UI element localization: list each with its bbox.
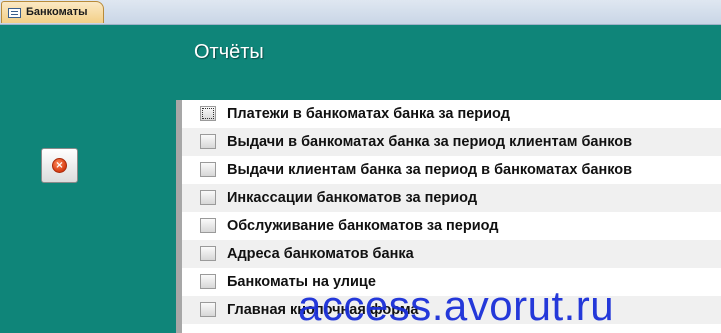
menu-item-label[interactable]: Адреса банкоматов банка	[227, 246, 414, 262]
menu-item-button[interactable]	[200, 162, 216, 177]
menu-item-label[interactable]: Платежи в банкоматах банка за период	[227, 106, 510, 122]
menu-item-label[interactable]: Выдачи клиентам банка за период в банком…	[227, 162, 632, 178]
close-icon: ×	[52, 158, 67, 173]
left-panel: ×	[0, 100, 176, 333]
menu-item-label[interactable]: Обслуживание банкоматов за период	[227, 218, 499, 234]
document-tab-label: Банкоматы	[26, 6, 88, 18]
menu-item-label[interactable]: Выдачи в банкоматах банка за период клие…	[227, 134, 632, 150]
watermark: access.avorut.ru	[298, 282, 615, 329]
menu-item-button[interactable]	[200, 106, 216, 121]
menu-item-button[interactable]	[200, 274, 216, 289]
page-title: Отчёты	[194, 41, 264, 63]
form-header: Отчёты	[0, 25, 721, 100]
form-icon	[8, 8, 21, 18]
close-button[interactable]: ×	[41, 148, 78, 183]
menu-item-label[interactable]: Инкассации банкоматов за период	[227, 190, 477, 206]
menu-item-withdrawals-clients: Выдачи клиентам банка за период в банком…	[182, 156, 721, 184]
menu-item-button[interactable]	[200, 218, 216, 233]
menu-item-addresses: Адреса банкоматов банка	[182, 240, 721, 268]
menu-item-withdrawals-other-banks: Выдачи в банкоматах банка за период клие…	[182, 128, 721, 156]
menu-item-maintenance: Обслуживание банкоматов за период	[182, 212, 721, 240]
document-tab-bankomaty[interactable]: Банкоматы	[1, 1, 104, 23]
menu-item-button[interactable]	[200, 190, 216, 205]
menu-item-button[interactable]	[200, 134, 216, 149]
menu-item-button[interactable]	[200, 302, 216, 317]
document-tab-strip: Банкоматы	[0, 0, 721, 25]
menu-item-payments: Платежи в банкоматах банка за период	[182, 100, 721, 128]
menu-item-button[interactable]	[200, 246, 216, 261]
menu-item-collections: Инкассации банкоматов за период	[182, 184, 721, 212]
